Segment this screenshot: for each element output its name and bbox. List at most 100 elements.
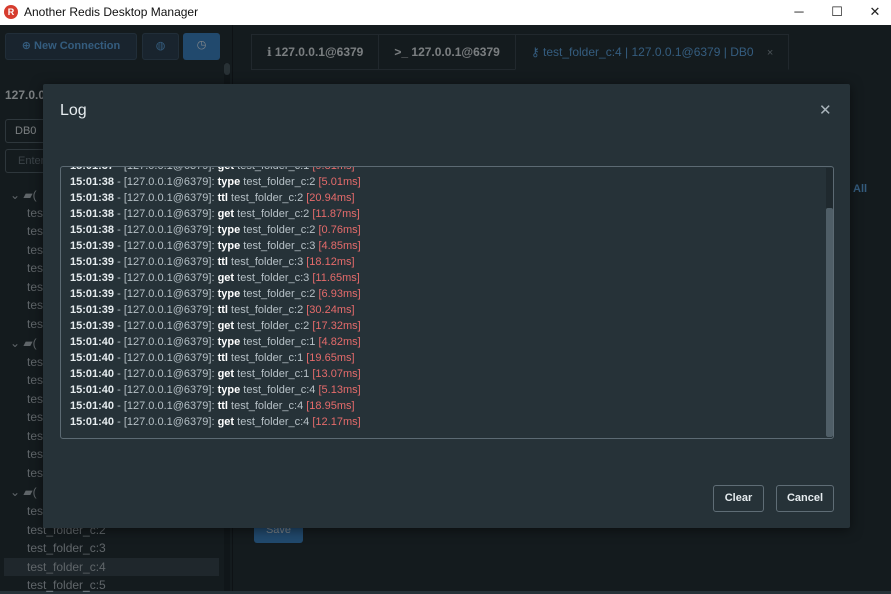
log-separator: - — [114, 256, 124, 268]
log-time: 15:01:39 — [70, 240, 115, 252]
log-time: 15:01:39 — [70, 272, 115, 284]
log-command: ttl — [217, 400, 228, 412]
log-host: [127.0.0.1@6379]: — [123, 208, 215, 220]
log-command: type — [217, 240, 241, 252]
log-time: 15:01:40 — [70, 400, 115, 412]
log-duration: [4.82ms] — [318, 336, 361, 348]
app-logo-icon: R — [4, 5, 18, 19]
log-duration: [5.01ms] — [318, 176, 361, 188]
log-separator: - — [114, 416, 124, 428]
log-line: 15:01:38 - [127.0.0.1@6379]: get test_fo… — [70, 206, 361, 222]
log-duration: [12.17ms] — [312, 416, 361, 428]
log-dialog: Log ✕ 15:01:37 - [127.0.0.1@6379]: get t… — [43, 84, 850, 528]
log-key: test_folder_c:1 — [237, 166, 310, 172]
dialog-close-icon[interactable]: ✕ — [819, 101, 832, 119]
log-duration: [6.93ms] — [318, 288, 361, 300]
log-duration: [13.07ms] — [312, 368, 361, 380]
log-command: type — [217, 288, 241, 300]
log-time: 15:01:40 — [70, 416, 115, 428]
log-line: 15:01:40 - [127.0.0.1@6379]: get test_fo… — [70, 366, 361, 382]
log-command: get — [217, 368, 235, 380]
log-time: 15:01:39 — [70, 320, 115, 332]
log-separator: - — [114, 208, 124, 220]
log-separator: - — [114, 400, 124, 412]
log-duration: [20.94ms] — [306, 192, 355, 204]
log-line: 15:01:37 - [127.0.0.1@6379]: get test_fo… — [70, 166, 361, 174]
log-command: type — [217, 384, 241, 396]
log-separator: - — [114, 384, 124, 396]
log-command: ttl — [217, 256, 228, 268]
close-window-button[interactable]: ✕ — [853, 0, 891, 25]
log-time: 15:01:40 — [70, 336, 115, 348]
log-key: test_folder_c:2 — [243, 224, 316, 236]
log-line: 15:01:39 - [127.0.0.1@6379]: ttl test_fo… — [70, 302, 361, 318]
log-line: 15:01:40 - [127.0.0.1@6379]: get test_fo… — [70, 414, 361, 430]
log-command: ttl — [217, 304, 228, 316]
window-title: Another Redis Desktop Manager — [24, 5, 199, 19]
log-time: 15:01:40 — [70, 384, 115, 396]
log-separator: - — [114, 272, 124, 284]
log-command: type — [217, 224, 241, 236]
log-host: [127.0.0.1@6379]: — [123, 224, 215, 236]
log-scrollbar[interactable] — [826, 168, 833, 437]
log-separator: - — [114, 176, 124, 188]
log-host: [127.0.0.1@6379]: — [123, 166, 215, 172]
log-separator: - — [114, 352, 124, 364]
log-line: 15:01:39 - [127.0.0.1@6379]: get test_fo… — [70, 270, 361, 286]
log-host: [127.0.0.1@6379]: — [123, 288, 215, 300]
log-separator: - — [114, 336, 124, 348]
log-key: test_folder_c:4 — [231, 400, 304, 412]
log-key: test_folder_c:2 — [237, 320, 310, 332]
log-separator: - — [114, 304, 124, 316]
log-key: test_folder_c:4 — [243, 384, 316, 396]
log-separator: - — [114, 192, 124, 204]
log-host: [127.0.0.1@6379]: — [123, 400, 215, 412]
log-line: 15:01:39 - [127.0.0.1@6379]: ttl test_fo… — [70, 254, 361, 270]
log-time: 15:01:38 — [70, 176, 115, 188]
log-line: 15:01:39 - [127.0.0.1@6379]: type test_f… — [70, 286, 361, 302]
log-key: test_folder_c:4 — [237, 416, 310, 428]
log-separator: - — [114, 320, 124, 332]
log-duration: [19.65ms] — [306, 352, 355, 364]
log-separator: - — [114, 166, 124, 172]
log-time: 15:01:39 — [70, 288, 115, 300]
log-time: 15:01:39 — [70, 304, 115, 316]
log-command: type — [217, 176, 241, 188]
log-host: [127.0.0.1@6379]: — [123, 416, 215, 428]
log-command: type — [217, 336, 241, 348]
log-time: 15:01:38 — [70, 208, 115, 220]
log-host: [127.0.0.1@6379]: — [123, 240, 215, 252]
log-duration: [17.32ms] — [312, 320, 361, 332]
log-host: [127.0.0.1@6379]: — [123, 176, 215, 188]
log-command: get — [217, 166, 235, 172]
log-line: 15:01:38 - [127.0.0.1@6379]: type test_f… — [70, 174, 361, 190]
dialog-title: Log — [60, 102, 87, 119]
log-textarea[interactable]: 15:01:37 - [127.0.0.1@6379]: get test_fo… — [60, 166, 834, 439]
log-separator: - — [114, 368, 124, 380]
log-line: 15:01:40 - [127.0.0.1@6379]: ttl test_fo… — [70, 398, 361, 414]
log-duration: [0.76ms] — [318, 224, 361, 236]
log-key: test_folder_c:2 — [243, 288, 316, 300]
log-duration: [11.87ms] — [312, 208, 360, 220]
log-line: 15:01:40 - [127.0.0.1@6379]: type test_f… — [70, 382, 361, 398]
log-command: ttl — [217, 352, 228, 364]
scrollbar-thumb[interactable] — [826, 208, 833, 437]
log-command: get — [217, 208, 235, 220]
log-key: test_folder_c:2 — [237, 208, 310, 220]
clear-button[interactable]: Clear — [713, 485, 764, 512]
log-key: test_folder_c:1 — [243, 336, 316, 348]
log-line: 15:01:40 - [127.0.0.1@6379]: ttl test_fo… — [70, 350, 361, 366]
log-command: get — [217, 272, 235, 284]
log-command: get — [217, 416, 235, 428]
log-key: test_folder_c:3 — [243, 240, 316, 252]
log-separator: - — [114, 288, 124, 300]
log-duration: [18.95ms] — [306, 400, 355, 412]
log-host: [127.0.0.1@6379]: — [123, 256, 215, 268]
log-separator: - — [114, 240, 124, 252]
cancel-button[interactable]: Cancel — [776, 485, 834, 512]
log-time: 15:01:37 — [70, 166, 115, 172]
log-lines: 15:01:37 - [127.0.0.1@6379]: get test_fo… — [70, 166, 361, 430]
log-key: test_folder_c:1 — [237, 368, 310, 380]
log-key: test_folder_c:1 — [231, 352, 304, 364]
log-line: 15:01:38 - [127.0.0.1@6379]: ttl test_fo… — [70, 190, 361, 206]
